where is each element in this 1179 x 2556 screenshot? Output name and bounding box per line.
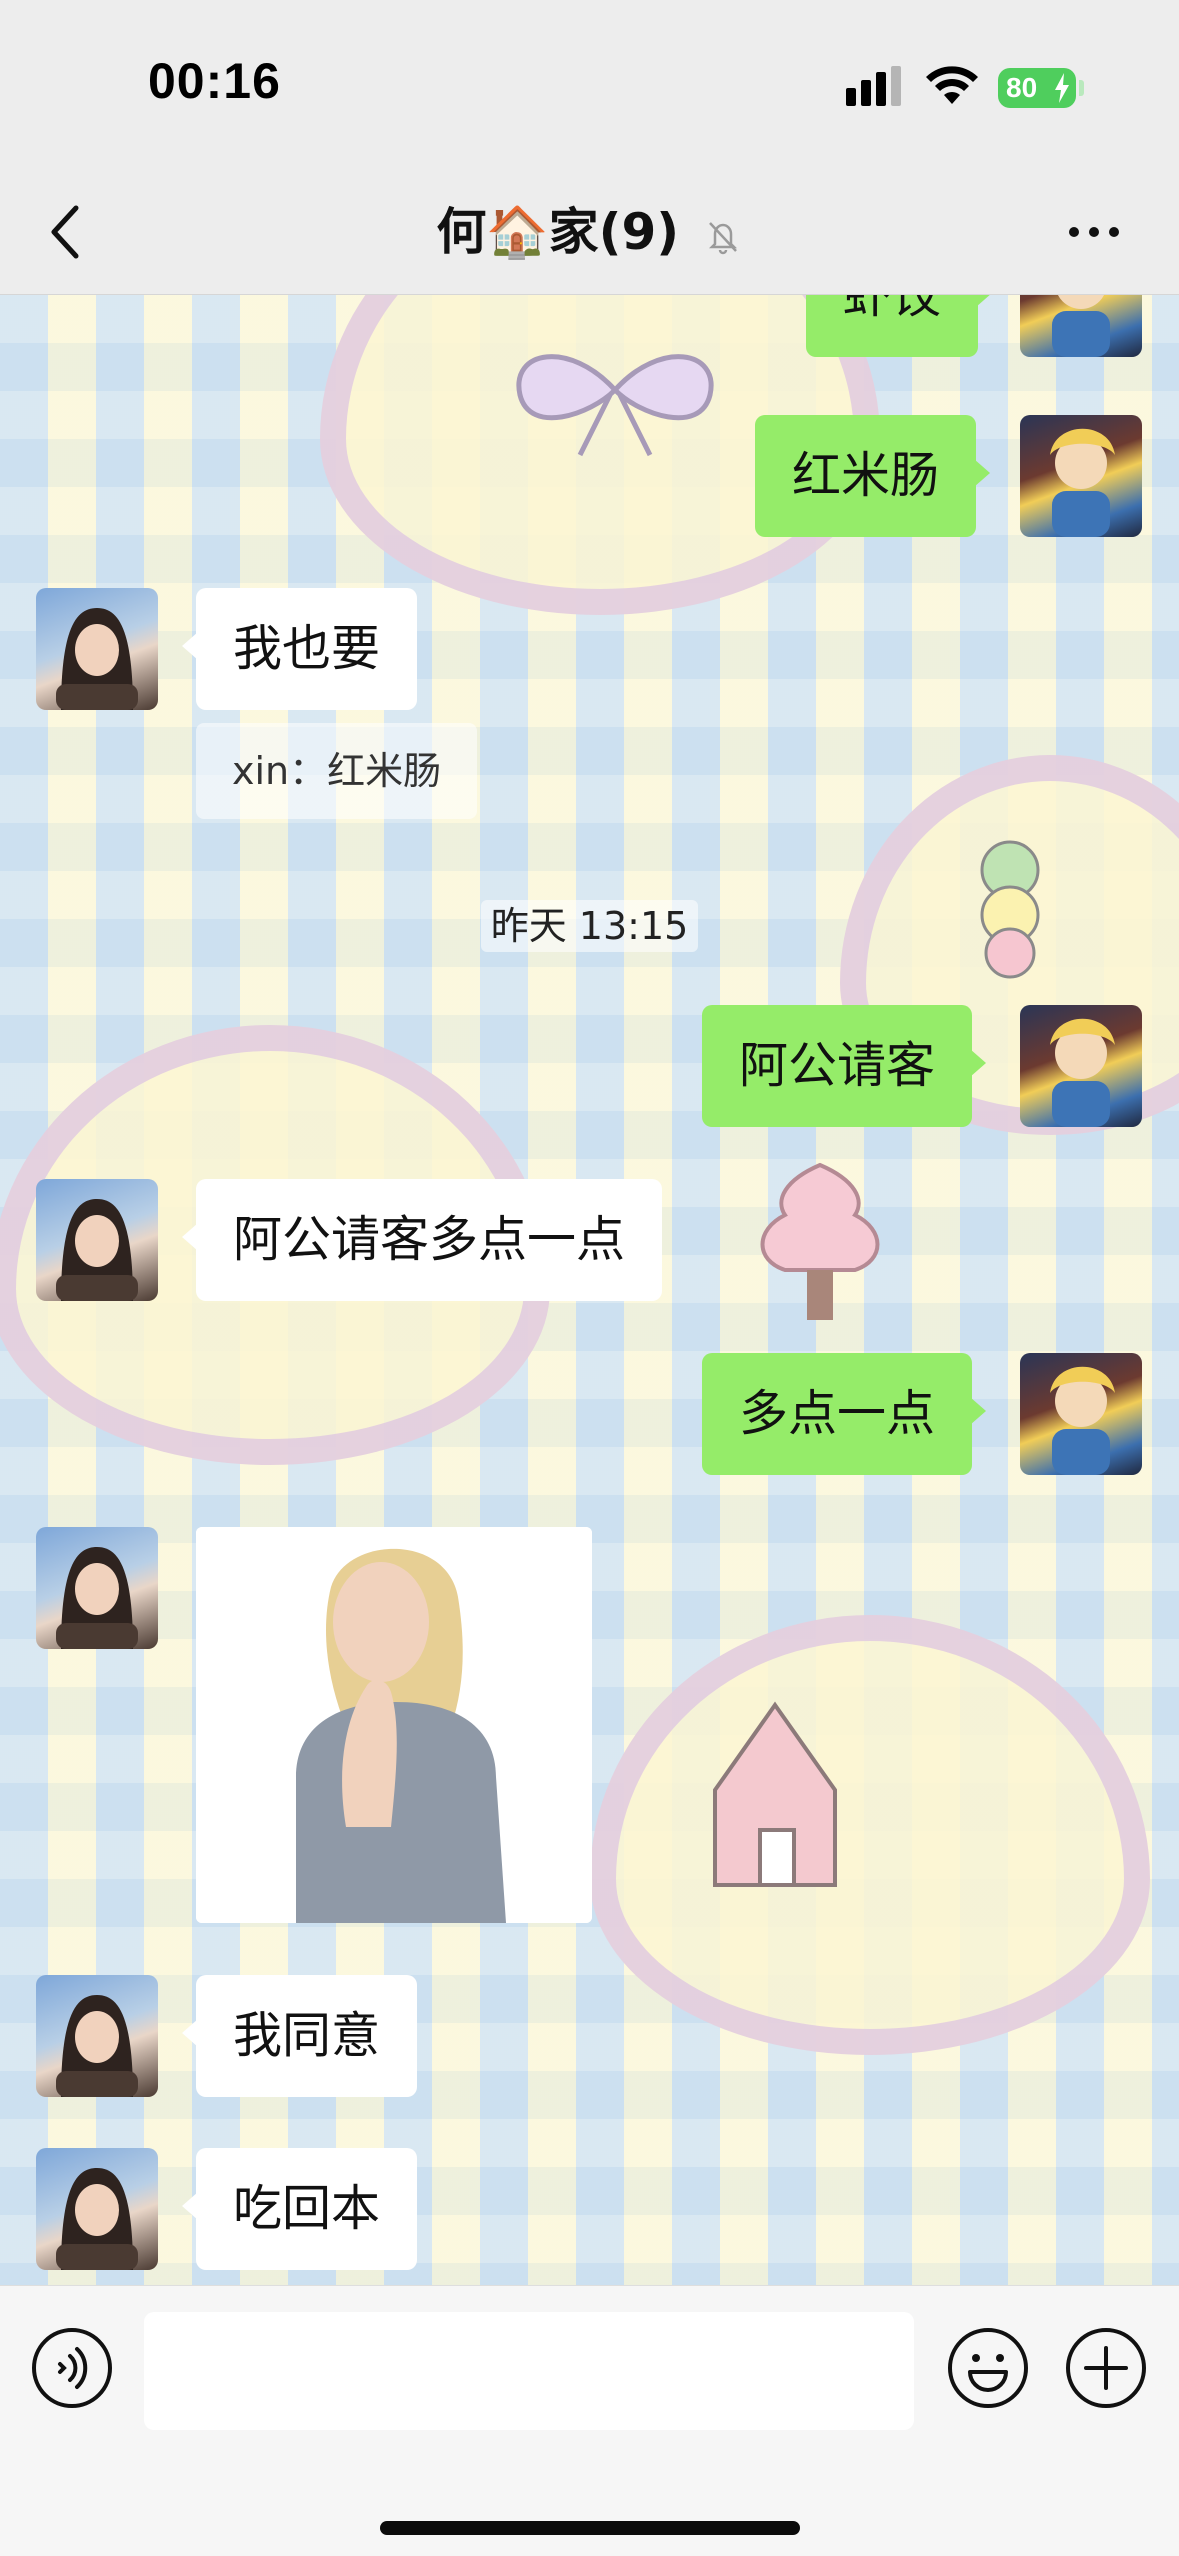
incoming-message-bubble[interactable]: 我也要 [181,588,418,710]
voice-icon[interactable] [30,2326,114,2410]
message-input-bar [0,2285,1179,2556]
bell-slash-icon [708,221,737,254]
contact-avatar[interactable] [36,2148,158,2270]
wifi-icon [926,66,978,104]
battery-indicator: 80 [998,68,1076,108]
incoming-message-bubble[interactable]: 吃回本 [181,2148,418,2270]
girl-avatar-icon [56,1547,138,1649]
cartoon-avatar-icon [1050,1018,1115,1127]
outgoing-message-bubble[interactable]: 虾饺 [806,295,993,357]
my-avatar[interactable] [1020,1353,1142,1475]
chat-title: 何🏠家(9) [436,203,680,261]
ellipsis-icon[interactable] [1066,222,1122,242]
outgoing-message-bubble[interactable]: 阿公请客 [702,1005,987,1127]
cellular-signal-icon [846,66,901,106]
chat-header: 何🏠家(9) [0,170,1179,295]
timestamp-wrap: 昨天 13:15 [0,895,1179,952]
cartoon-avatar-icon [1050,428,1115,537]
house-decoration-icon [713,1701,837,1887]
plus-icon[interactable] [1064,2326,1148,2410]
my-avatar[interactable] [1020,1005,1142,1127]
girl-avatar-icon [56,1995,138,2097]
praying-woman-image [196,1527,592,1923]
contact-avatar[interactable] [36,588,158,710]
contact-avatar[interactable] [36,1527,158,1649]
contact-avatar[interactable] [36,1179,158,1301]
outgoing-message-bubble[interactable]: 红米肠 [755,415,991,537]
quoted-message[interactable]: xin：红米肠 [196,723,478,819]
charging-bolt-icon [1055,73,1069,103]
incoming-message-bubble[interactable]: 我同意 [181,1975,418,2097]
bow-decoration-icon [516,354,714,457]
contact-avatar[interactable] [36,1975,158,2097]
heart-decoration [590,1615,1150,2055]
chat-title-wrap[interactable]: 何🏠家(9) [0,200,1179,264]
incoming-message-bubble[interactable]: 阿公请客多点一点 [181,1179,663,1301]
message-input[interactable] [144,2312,914,2430]
message-timestamp: 昨天 13:15 [480,900,699,952]
praying-woman-sticker[interactable] [196,1527,592,1923]
cartoon-avatar-icon [1050,1366,1115,1475]
emoji-icon[interactable] [946,2326,1030,2410]
status-bar: 00:16 80 [0,0,1179,170]
battery-level: 80 [1006,72,1038,103]
chat-message-list[interactable]: 虾饺 红米肠 我也要 xin：红米肠 昨天 13:15 阿公请客 阿公请客多点一… [0,295,1179,2285]
cartoon-avatar-icon [1052,295,1110,357]
my-avatar[interactable] [1020,415,1142,537]
status-time: 00:16 [148,53,281,109]
home-indicator[interactable] [380,2521,800,2535]
outgoing-message-bubble[interactable]: 多点一点 [702,1353,987,1475]
battery-cap [1079,80,1084,96]
girl-avatar-icon [56,2168,138,2270]
tree-decoration-icon [760,1162,880,1320]
my-avatar[interactable] [1020,295,1142,357]
girl-avatar-icon [56,1199,138,1301]
girl-avatar-icon [56,608,138,710]
